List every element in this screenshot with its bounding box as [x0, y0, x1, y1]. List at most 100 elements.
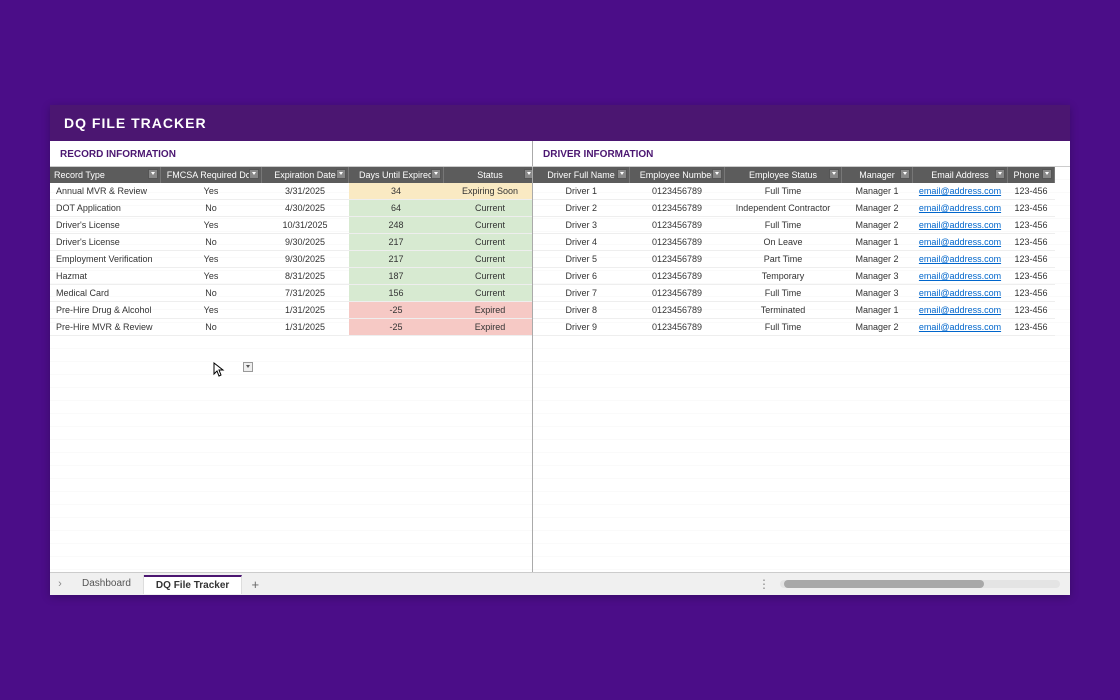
- column-header[interactable]: Days Until Expired: [349, 167, 444, 183]
- email-link[interactable]: email@address.com: [919, 322, 1001, 332]
- cell[interactable]: 64: [349, 200, 444, 217]
- cell[interactable]: Driver 1: [533, 183, 630, 200]
- cell[interactable]: 156: [349, 285, 444, 302]
- table-row[interactable]: Driver 80123456789TerminatedManager 1ema…: [533, 302, 1055, 319]
- column-filter-icon[interactable]: [249, 169, 259, 179]
- cell[interactable]: 10/31/2025: [262, 217, 349, 234]
- cell[interactable]: Driver 4: [533, 234, 630, 251]
- cell[interactable]: Expired: [444, 302, 534, 319]
- cell[interactable]: 123-456: [1008, 183, 1055, 200]
- cell[interactable]: Manager 2: [842, 200, 913, 217]
- table-row[interactable]: Driver 70123456789Full TimeManager 3emai…: [533, 285, 1055, 302]
- cell[interactable]: 0123456789: [630, 200, 725, 217]
- email-link[interactable]: email@address.com: [919, 203, 1001, 213]
- cell[interactable]: Temporary: [725, 268, 842, 285]
- table-row[interactable]: Employment VerificationYes9/30/2025217Cu…: [50, 251, 533, 268]
- column-header[interactable]: Record Type: [50, 167, 161, 183]
- cell[interactable]: email@address.com: [913, 217, 1008, 234]
- email-link[interactable]: email@address.com: [919, 305, 1001, 315]
- email-link[interactable]: email@address.com: [919, 254, 1001, 264]
- scrollbar-thumb[interactable]: [784, 580, 984, 588]
- cell[interactable]: Full Time: [725, 285, 842, 302]
- cell[interactable]: Full Time: [725, 217, 842, 234]
- cell[interactable]: Current: [444, 251, 534, 268]
- cell[interactable]: email@address.com: [913, 268, 1008, 285]
- cell[interactable]: Yes: [161, 302, 262, 319]
- table-row[interactable]: Driver 60123456789TemporaryManager 3emai…: [533, 268, 1055, 285]
- cell[interactable]: 0123456789: [630, 183, 725, 200]
- column-filter-icon[interactable]: [524, 169, 533, 179]
- column-filter-icon[interactable]: [900, 169, 910, 179]
- table-row[interactable]: Driver 40123456789On LeaveManager 1email…: [533, 234, 1055, 251]
- email-link[interactable]: email@address.com: [919, 220, 1001, 230]
- cell[interactable]: Current: [444, 234, 534, 251]
- sheet-more-button[interactable]: ⋮: [748, 577, 780, 591]
- cell[interactable]: 123-456: [1008, 217, 1055, 234]
- cell[interactable]: Manager 2: [842, 319, 913, 336]
- cell[interactable]: 123-456: [1008, 234, 1055, 251]
- cell[interactable]: 123-456: [1008, 268, 1055, 285]
- cell[interactable]: Driver 8: [533, 302, 630, 319]
- column-filter-icon[interactable]: [148, 169, 158, 179]
- cell[interactable]: 34: [349, 183, 444, 200]
- table-row[interactable]: Driver's LicenseYes10/31/2025248Current: [50, 217, 533, 234]
- cell[interactable]: Part Time: [725, 251, 842, 268]
- sheet-tab-active[interactable]: DQ File Tracker: [144, 575, 242, 594]
- column-filter-icon[interactable]: [995, 169, 1005, 179]
- cell[interactable]: Manager 3: [842, 268, 913, 285]
- cell[interactable]: Expired: [444, 319, 534, 336]
- cell[interactable]: Driver 6: [533, 268, 630, 285]
- column-header[interactable]: Manager: [842, 167, 913, 183]
- cell[interactable]: 217: [349, 234, 444, 251]
- cell[interactable]: 187: [349, 268, 444, 285]
- table-row[interactable]: Driver 20123456789Independent Contractor…: [533, 200, 1055, 217]
- cell[interactable]: Annual MVR & Review: [50, 183, 161, 200]
- cell[interactable]: 9/30/2025: [262, 234, 349, 251]
- column-header[interactable]: Employee Number: [630, 167, 725, 183]
- cell[interactable]: No: [161, 200, 262, 217]
- cell[interactable]: Yes: [161, 268, 262, 285]
- column-filter-icon[interactable]: [712, 169, 722, 179]
- cell[interactable]: 123-456: [1008, 285, 1055, 302]
- column-header[interactable]: FMCSA Required Doc: [161, 167, 262, 183]
- table-row[interactable]: Pre-Hire MVR & ReviewNo1/31/2025-25Expir…: [50, 319, 533, 336]
- cell[interactable]: 0123456789: [630, 268, 725, 285]
- cell[interactable]: 1/31/2025: [262, 319, 349, 336]
- cell[interactable]: No: [161, 319, 262, 336]
- cell[interactable]: -25: [349, 302, 444, 319]
- column-filter-icon[interactable]: [617, 169, 627, 179]
- cell[interactable]: Manager 1: [842, 183, 913, 200]
- email-link[interactable]: email@address.com: [919, 186, 1001, 196]
- cell[interactable]: Manager 2: [842, 251, 913, 268]
- cell[interactable]: Pre-Hire Drug & Alcohol: [50, 302, 161, 319]
- cell[interactable]: 217: [349, 251, 444, 268]
- table-row[interactable]: Driver 50123456789Part TimeManager 2emai…: [533, 251, 1055, 268]
- add-sheet-button[interactable]: +: [242, 577, 268, 592]
- table-row[interactable]: HazmatYes8/31/2025187Current: [50, 268, 533, 285]
- cell[interactable]: 0123456789: [630, 302, 725, 319]
- cell[interactable]: DOT Application: [50, 200, 161, 217]
- cell[interactable]: Yes: [161, 183, 262, 200]
- column-header[interactable]: Employee Status: [725, 167, 842, 183]
- cell[interactable]: Yes: [161, 217, 262, 234]
- email-link[interactable]: email@address.com: [919, 237, 1001, 247]
- sheet-tab[interactable]: Dashboard: [70, 575, 144, 594]
- cell[interactable]: 7/31/2025: [262, 285, 349, 302]
- cell[interactable]: 248: [349, 217, 444, 234]
- cell[interactable]: 0123456789: [630, 234, 725, 251]
- cell[interactable]: 9/30/2025: [262, 251, 349, 268]
- cell[interactable]: 123-456: [1008, 302, 1055, 319]
- cell[interactable]: Terminated: [725, 302, 842, 319]
- cell[interactable]: Full Time: [725, 319, 842, 336]
- table-row[interactable]: Pre-Hire Drug & AlcoholYes1/31/2025-25Ex…: [50, 302, 533, 319]
- table-row[interactable]: Driver 90123456789Full TimeManager 2emai…: [533, 319, 1055, 336]
- cell[interactable]: Manager 1: [842, 234, 913, 251]
- cell[interactable]: Manager 2: [842, 217, 913, 234]
- cell[interactable]: 3/31/2025: [262, 183, 349, 200]
- cell[interactable]: Current: [444, 217, 534, 234]
- cell[interactable]: Manager 3: [842, 285, 913, 302]
- column-filter-icon[interactable]: [431, 169, 441, 179]
- table-row[interactable]: Driver's LicenseNo9/30/2025217Current: [50, 234, 533, 251]
- column-header[interactable]: Email Address: [913, 167, 1008, 183]
- cell[interactable]: 0123456789: [630, 319, 725, 336]
